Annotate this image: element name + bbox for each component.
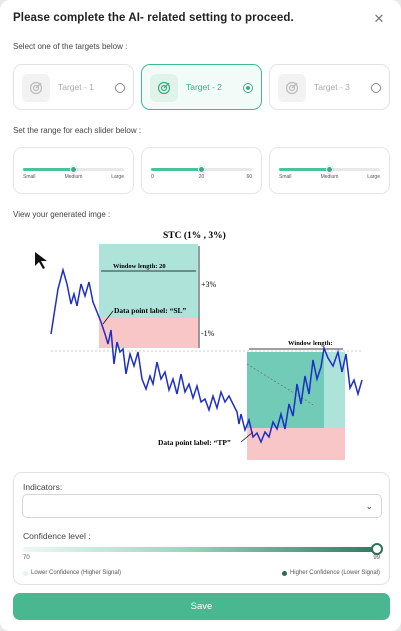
chevron-down-icon: ⌄ — [365, 501, 373, 511]
close-icon[interactable]: ✕ — [371, 11, 387, 27]
window-label-1: Window length: 20 — [113, 263, 166, 270]
high-confidence-text: Higher Confidence (Lower Signal) — [289, 570, 380, 576]
settings-dialog: Please complete the AI- related setting … — [0, 0, 401, 631]
slider-thumb[interactable] — [326, 166, 333, 173]
stop-loss-zone — [99, 318, 198, 348]
stop-loss-zone-2 — [247, 428, 345, 460]
tick-max: Large — [111, 174, 124, 180]
tick-mid: Medium — [320, 174, 339, 180]
tick-mid: Medium — [64, 174, 83, 180]
target-radio[interactable] — [243, 83, 253, 93]
indicators-label: Indicators: — [23, 482, 63, 492]
confidence-max: 99 — [373, 555, 380, 561]
tp-label: Data point label: “TP” — [158, 438, 231, 447]
range-slider-card: Small Medium Large — [269, 147, 390, 194]
target-icon — [22, 74, 50, 102]
slider-ticks: 0 20 60 — [151, 174, 252, 182]
confidence-slider[interactable] — [23, 543, 383, 555]
slider-thumb[interactable] — [70, 166, 77, 173]
confidence-min: 70 — [23, 555, 30, 561]
target-option-3[interactable]: Target - 3 — [269, 64, 390, 110]
slider-fill — [151, 168, 202, 171]
target-icon — [278, 74, 306, 102]
tick-min: Small — [23, 174, 36, 180]
sliders-label: Set the range for each slider below : — [13, 126, 142, 135]
target-label: Target - 2 — [186, 82, 222, 92]
sl-label: Data point label: “SL” — [114, 306, 187, 315]
save-button[interactable]: Save — [13, 593, 390, 620]
mouse-cursor-icon — [35, 252, 47, 269]
slider-ticks: Small Medium Large — [23, 174, 124, 182]
target-options: Target - 1 Target - 2 Target - 3 — [13, 64, 390, 110]
generated-image: STC (1% , 3%) Window length: 20 +3% Data… — [13, 224, 389, 462]
slider-track[interactable] — [23, 166, 124, 173]
target-label: Target - 1 — [58, 82, 94, 92]
target-label: Target - 3 — [314, 82, 350, 92]
dialog-title: Please complete the AI- related setting … — [13, 12, 294, 24]
window-label-2: Window length: — [288, 340, 333, 347]
confidence-slider-thumb[interactable] — [371, 543, 383, 555]
window-slider-card: 0 20 60 — [141, 147, 262, 194]
slider-ticks: Small Medium Large — [279, 174, 380, 182]
targets-label: Select one of the targets below : — [13, 42, 128, 51]
slider-fill — [23, 168, 74, 171]
low-confidence-legend: Lower Confidence (Higher Signal) — [23, 570, 121, 576]
target-radio[interactable] — [371, 83, 381, 93]
target-icon — [150, 74, 178, 102]
size-slider-card: Small Medium Large — [13, 147, 134, 194]
high-confidence-dot — [281, 570, 287, 576]
indicators-select[interactable]: ⌄ — [22, 494, 382, 518]
slider-track[interactable] — [151, 166, 252, 173]
slider-fill — [279, 168, 330, 171]
settings-card: Indicators: ⌄ Confidence level : 70 99 L… — [13, 472, 390, 585]
low-confidence-dot — [23, 570, 28, 576]
tick-min: 0 — [151, 174, 154, 180]
figure-title: STC (1% , 3%) — [163, 230, 226, 241]
low-confidence-text: Lower Confidence (Higher Signal) — [31, 570, 122, 576]
tick-max: 60 — [246, 174, 252, 180]
target-option-1[interactable]: Target - 1 — [13, 64, 134, 110]
slider-group: Small Medium Large 0 20 60 Small Medium … — [13, 147, 390, 194]
target-option-2[interactable]: Target - 2 — [141, 64, 262, 110]
high-confidence-legend: Higher Confidence (Lower Signal) — [281, 570, 380, 576]
tick-mid: 20 — [198, 174, 205, 180]
target-radio[interactable] — [115, 83, 125, 93]
plus-label: +3% — [201, 280, 217, 289]
image-section-label: View your generated imge : — [13, 210, 111, 219]
confidence-label: Confidence level : — [23, 531, 91, 541]
tick-max: Large — [367, 174, 380, 180]
generated-chart-svg: STC (1% , 3%) Window length: 20 +3% Data… — [35, 230, 363, 460]
tick-min: Small — [279, 174, 292, 180]
minus-label: -1% — [201, 329, 215, 338]
dialog-header: Please complete the AI- related setting … — [13, 11, 391, 30]
slider-thumb[interactable] — [198, 166, 205, 173]
slider-track[interactable] — [279, 166, 380, 173]
